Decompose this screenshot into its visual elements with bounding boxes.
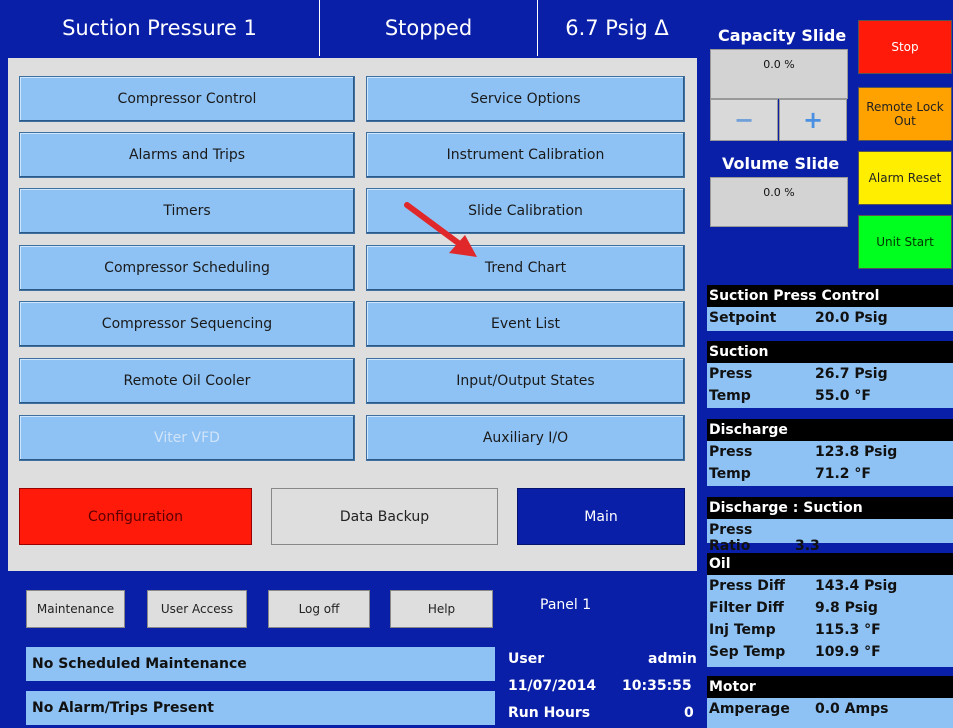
discharge-temp-label: Temp (709, 466, 751, 482)
oil-filter-diff-label: Filter Diff (709, 600, 784, 616)
oil-header: Oil (707, 553, 953, 575)
alarm-status: No Alarm/Trips Present (26, 691, 495, 725)
viter-vfd-button[interactable]: Viter VFD (19, 415, 355, 461)
discharge-panel: Press 123.8 Psig Temp 71.2 °F (707, 441, 953, 486)
suction-press-control-header: Suction Press Control (707, 285, 953, 307)
suction-press-control-panel: Setpoint 20.0 Psig (707, 307, 953, 331)
discharge-temp-value: 71.2 °F (815, 466, 871, 482)
user-value: admin (648, 651, 697, 667)
oil-inj-temp-label: Inj Temp (709, 622, 776, 638)
amperage-value: 0.0 Amps (815, 701, 889, 717)
motor-header: Motor (707, 676, 953, 698)
discharge-header: Discharge (707, 419, 953, 441)
suction-header: Suction (707, 341, 953, 363)
remote-oil-cooler-button[interactable]: Remote Oil Cooler (19, 358, 355, 404)
run-hours-value: 0 (684, 705, 694, 721)
oil-inj-temp-value: 115.3 °F (815, 622, 881, 638)
capacity-slide-title: Capacity Slide (718, 26, 847, 45)
pressure-differential: 6.7 Psig Δ (565, 16, 669, 40)
timers-button[interactable]: Timers (19, 188, 355, 234)
capacity-increase-button[interactable]: + (779, 99, 847, 141)
volume-slide-value: 0.0 % (710, 177, 848, 227)
suction-press-label: Press (709, 366, 753, 382)
capacity-decrease-button[interactable]: − (710, 99, 778, 141)
main-button[interactable]: Main (517, 488, 685, 545)
panel-label: Panel 1 (540, 597, 592, 613)
setpoint-label: Setpoint (709, 310, 777, 326)
oil-press-diff-value: 143.4 Psig (815, 578, 898, 594)
stop-button[interactable]: Stop (858, 20, 952, 74)
user-label: User (508, 651, 545, 667)
data-backup-button[interactable]: Data Backup (271, 488, 498, 545)
auxiliary-io-button[interactable]: Auxiliary I/O (366, 415, 685, 461)
compressor-control-button[interactable]: Compressor Control (19, 76, 355, 122)
run-hours-label: Run Hours (508, 705, 591, 721)
press-ratio-value: 3.3 (795, 538, 820, 554)
menu-panel: Compressor Control Service Options Alarm… (8, 58, 697, 571)
suction-panel: Press 26.7 Psig Temp 55.0 °F (707, 363, 953, 408)
setpoint-value: 20.0 Psig (815, 310, 888, 326)
oil-press-diff-label: Press Diff (709, 578, 785, 594)
suction-temp-value: 55.0 °F (815, 388, 871, 404)
maintenance-button[interactable]: Maintenance (26, 590, 125, 628)
press-ratio-label: Press Ratio (709, 522, 753, 554)
ratio-header: Discharge : Suction (707, 497, 953, 519)
pointer-arrow-icon (404, 202, 477, 257)
compressor-sequencing-button[interactable]: Compressor Sequencing (19, 301, 355, 347)
user-access-button[interactable]: User Access (147, 590, 247, 628)
alarm-reset-button[interactable]: Alarm Reset (858, 151, 952, 205)
instrument-calibration-button[interactable]: Instrument Calibration (366, 132, 685, 178)
discharge-press-value: 123.8 Psig (815, 444, 898, 460)
ratio-panel: Press Ratio 3.3 (707, 519, 953, 554)
alarms-and-trips-button[interactable]: Alarms and Trips (19, 132, 355, 178)
current-date: 11/07/2014 (508, 678, 597, 694)
compressor-scheduling-button[interactable]: Compressor Scheduling (19, 245, 355, 291)
event-list-button[interactable]: Event List (366, 301, 685, 347)
service-options-button[interactable]: Service Options (366, 76, 685, 122)
log-off-button[interactable]: Log off (268, 590, 370, 628)
oil-panel: Press Diff 143.4 Psig Filter Diff 9.8 Psig… (707, 575, 953, 667)
motor-panel: Amperage 0.0 Amps (707, 698, 953, 728)
unit-start-button[interactable]: Unit Start (858, 215, 952, 269)
capacity-slide-value: 0.0 % (710, 49, 848, 99)
volume-slide-title: Volume Slide (722, 154, 840, 173)
help-button[interactable]: Help (390, 590, 493, 628)
configuration-button[interactable]: Configuration (19, 488, 252, 545)
current-time: 10:35:55 (622, 678, 692, 694)
maintenance-status: No Scheduled Maintenance (26, 647, 495, 681)
amperage-label: Amperage (709, 701, 790, 717)
compressor-status: Stopped (320, 0, 538, 56)
discharge-press-label: Press (709, 444, 753, 460)
page-title: Suction Pressure 1 (0, 0, 320, 56)
header-bar: Suction Pressure 1 Stopped 6.7 Psig Δ (0, 0, 697, 56)
input-output-states-button[interactable]: Input/Output States (366, 358, 685, 404)
oil-filter-diff-value: 9.8 Psig (815, 600, 878, 616)
suction-temp-label: Temp (709, 388, 751, 404)
oil-sep-temp-value: 109.9 °F (815, 644, 881, 660)
remote-lock-out-button[interactable]: Remote Lock Out (858, 87, 952, 141)
oil-sep-temp-label: Sep Temp (709, 644, 786, 660)
suction-press-value: 26.7 Psig (815, 366, 888, 382)
